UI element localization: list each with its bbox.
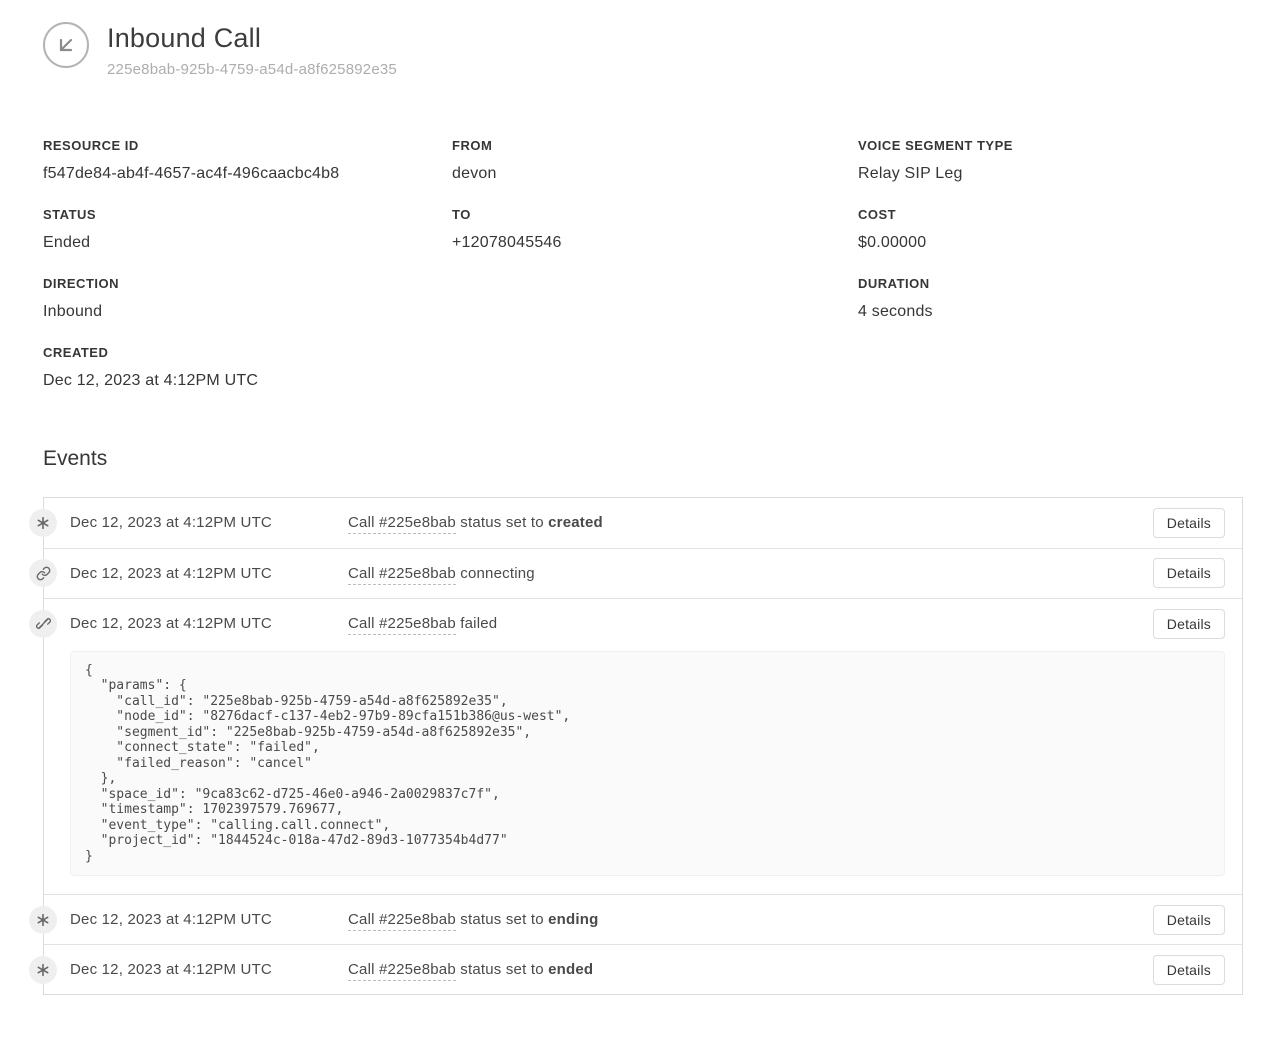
link-icon — [29, 559, 57, 587]
field-value: Relay SIP Leg — [858, 165, 1243, 183]
field-label: COST — [858, 207, 1243, 222]
field-value: $0.00000 — [858, 234, 1243, 252]
page-header: Inbound Call 225e8bab-925b-4759-a54d-a8f… — [43, 22, 1243, 78]
event-status-word: ended — [548, 961, 593, 978]
field-from: FROM devon — [452, 138, 858, 184]
details-button[interactable]: Details — [1153, 609, 1225, 639]
details-button[interactable]: Details — [1153, 558, 1225, 588]
field-value: +12078045546 — [452, 234, 858, 252]
page-title: Inbound Call — [107, 22, 397, 56]
event-timestamp: Dec 12, 2023 at 4:12PM UTC — [70, 514, 348, 531]
event-message-text: connecting — [456, 565, 535, 582]
call-reference-link[interactable]: Call #225e8bab — [348, 565, 456, 585]
call-reference-link[interactable]: Call #225e8bab — [348, 961, 456, 981]
event-row-connecting: Dec 12, 2023 at 4:12PM UTC Call #225e8ba… — [44, 548, 1242, 598]
field-value: f547de84-ab4f-4657-ac4f-496caacbc4b8 — [43, 165, 452, 183]
call-reference-link[interactable]: Call #225e8bab — [348, 615, 456, 635]
event-group-failed: Dec 12, 2023 at 4:12PM UTC Call #225e8ba… — [44, 598, 1242, 877]
field-duration: DURATION 4 seconds — [858, 276, 1243, 322]
field-status: STATUS Ended — [43, 207, 452, 253]
details-button[interactable]: Details — [1153, 508, 1225, 538]
event-row-ending: Dec 12, 2023 at 4:12PM UTC Call #225e8ba… — [44, 894, 1242, 944]
call-reference-link[interactable]: Call #225e8bab — [348, 514, 456, 534]
event-row-ended: Dec 12, 2023 at 4:12PM UTC Call #225e8ba… — [44, 944, 1242, 994]
field-voice-segment-type: VOICE SEGMENT TYPE Relay SIP Leg — [858, 138, 1243, 184]
field-label: STATUS — [43, 207, 452, 222]
field-created: CREATED Dec 12, 2023 at 4:12PM UTC — [43, 345, 452, 391]
event-payload-json: { "params": { "call_id": "225e8bab-925b-… — [70, 651, 1225, 877]
event-row-created: Dec 12, 2023 at 4:12PM UTC Call #225e8ba… — [44, 498, 1242, 548]
details-button[interactable]: Details — [1153, 905, 1225, 935]
event-row-failed: Dec 12, 2023 at 4:12PM UTC Call #225e8ba… — [44, 599, 1242, 649]
field-label: TO — [452, 207, 858, 222]
field-resource-id: RESOURCE ID f547de84-ab4f-4657-ac4f-496c… — [43, 138, 452, 184]
details-button[interactable]: Details — [1153, 955, 1225, 985]
event-status-word: created — [548, 514, 603, 531]
call-detail-page: Inbound Call 225e8bab-925b-4759-a54d-a8f… — [0, 0, 1272, 995]
spacer — [452, 276, 858, 322]
header-text: Inbound Call 225e8bab-925b-4759-a54d-a8f… — [107, 22, 397, 78]
event-message-text: status set to — [456, 911, 548, 928]
field-value: 4 seconds — [858, 303, 1243, 321]
field-label: DURATION — [858, 276, 1243, 291]
field-value: Dec 12, 2023 at 4:12PM UTC — [43, 372, 452, 390]
field-value: devon — [452, 165, 858, 183]
field-value: Ended — [43, 234, 452, 252]
event-message-text: status set to — [456, 961, 548, 978]
field-label: CREATED — [43, 345, 452, 360]
field-label: FROM — [452, 138, 858, 153]
call-reference-link[interactable]: Call #225e8bab — [348, 911, 456, 931]
field-cost: COST $0.00000 — [858, 207, 1243, 253]
event-message: Call #225e8bab connecting — [348, 565, 1153, 582]
event-message: Call #225e8bab status set to created — [348, 514, 1153, 531]
call-uuid: 225e8bab-925b-4759-a54d-a8f625892e35 — [107, 61, 397, 78]
field-value: Inbound — [43, 303, 452, 321]
field-label: RESOURCE ID — [43, 138, 452, 153]
call-details-grid: RESOURCE ID f547de84-ab4f-4657-ac4f-496c… — [43, 138, 1243, 391]
event-message-text: failed — [456, 615, 497, 632]
asterisk-icon — [29, 956, 57, 984]
field-label: VOICE SEGMENT TYPE — [858, 138, 1243, 153]
asterisk-icon — [29, 906, 57, 934]
inbound-call-icon — [43, 22, 89, 68]
event-timestamp: Dec 12, 2023 at 4:12PM UTC — [70, 565, 348, 582]
event-message-text: status set to — [456, 514, 548, 531]
link-broken-icon — [29, 610, 57, 638]
event-timestamp: Dec 12, 2023 at 4:12PM UTC — [70, 911, 348, 928]
event-message: Call #225e8bab status set to ended — [348, 961, 1153, 978]
event-message: Call #225e8bab status set to ending — [348, 911, 1153, 928]
events-timeline: Dec 12, 2023 at 4:12PM UTC Call #225e8ba… — [43, 497, 1243, 996]
event-message: Call #225e8bab failed — [348, 615, 1153, 632]
field-direction: DIRECTION Inbound — [43, 276, 452, 322]
event-timestamp: Dec 12, 2023 at 4:12PM UTC — [70, 615, 348, 632]
asterisk-icon — [29, 509, 57, 537]
event-timestamp: Dec 12, 2023 at 4:12PM UTC — [70, 961, 348, 978]
event-status-word: ending — [548, 911, 598, 928]
field-to: TO +12078045546 — [452, 207, 858, 253]
field-label: DIRECTION — [43, 276, 452, 291]
events-heading: Events — [43, 447, 1243, 471]
